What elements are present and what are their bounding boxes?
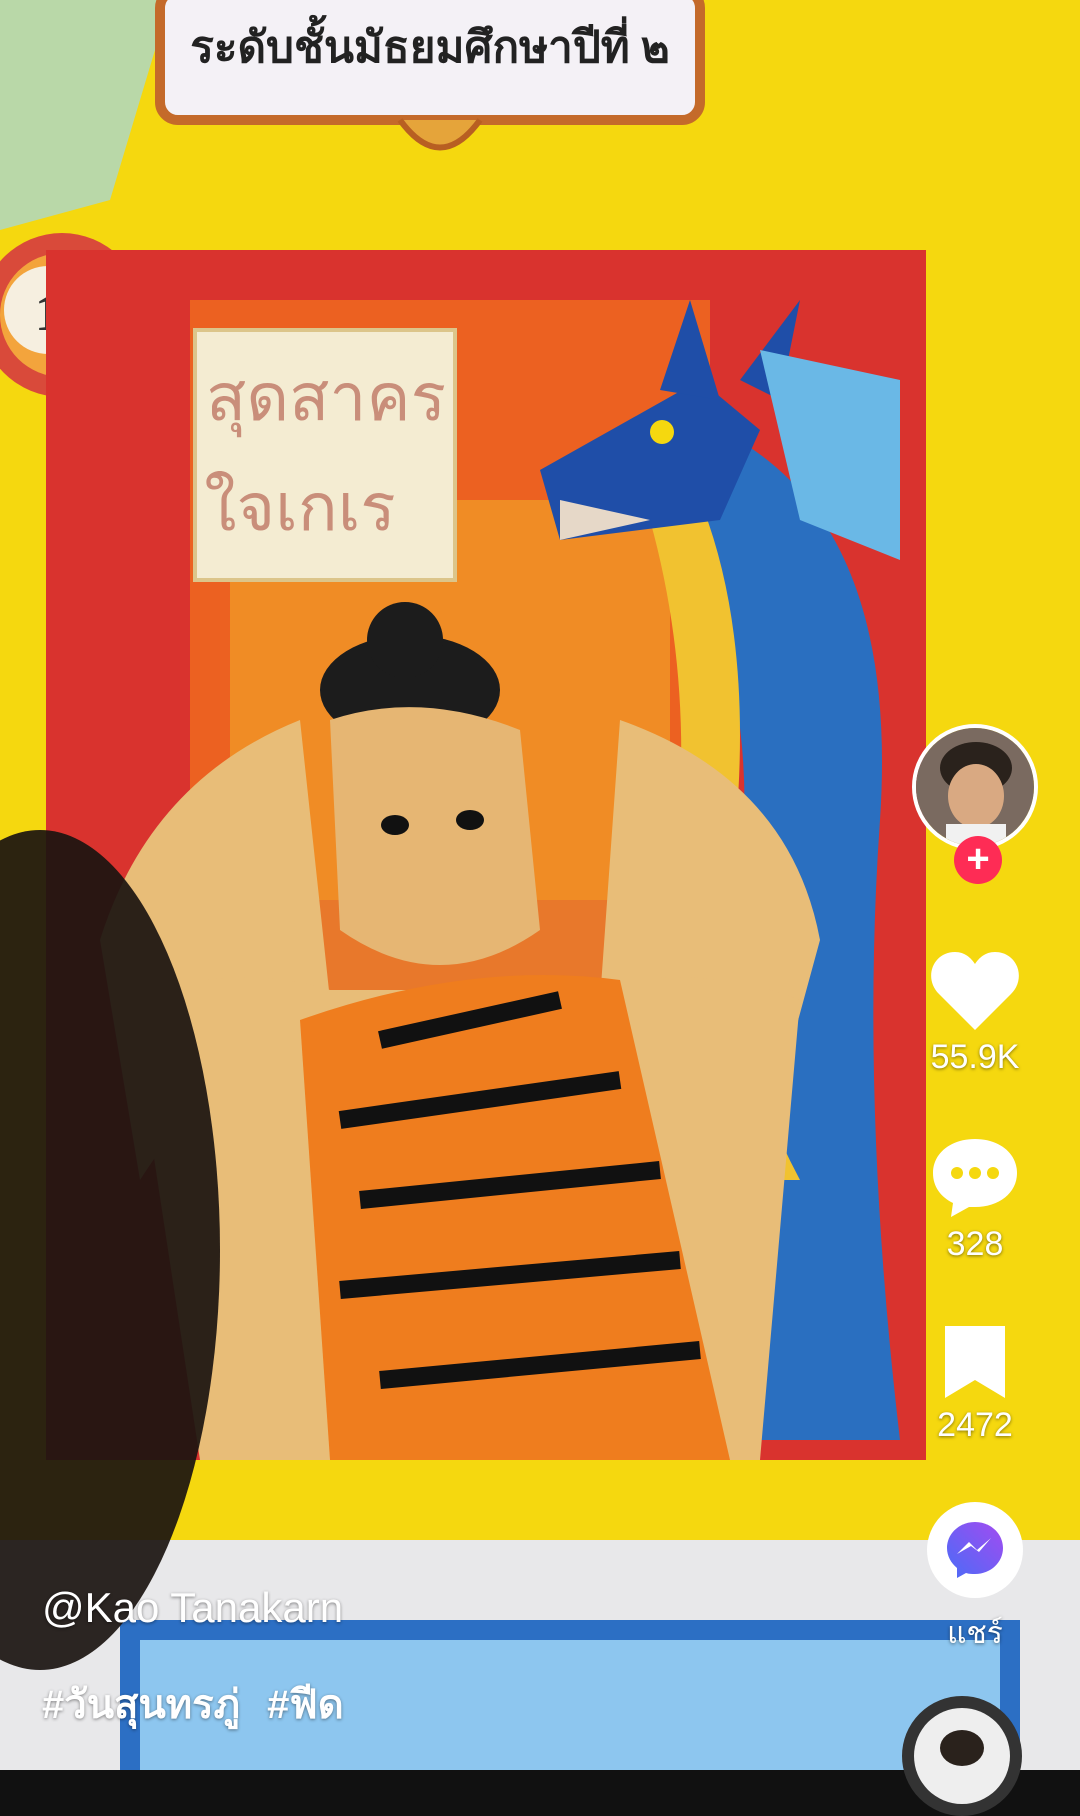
- heart-icon[interactable]: [929, 950, 1021, 1034]
- messenger-icon: [947, 1522, 1003, 1578]
- hashtag[interactable]: #วันสุนทรภู่: [42, 1683, 240, 1727]
- comment-count: 328: [946, 1225, 1004, 1263]
- creator-username[interactable]: @Kao Tanakarn: [42, 1584, 343, 1632]
- creator-avatar[interactable]: [912, 724, 1038, 850]
- comment-button[interactable]: 328: [910, 1135, 1040, 1264]
- like-button[interactable]: 55.9K: [910, 950, 1040, 1077]
- bookmark-count: 2472: [937, 1406, 1013, 1444]
- follow-button[interactable]: +: [954, 836, 1002, 884]
- poster-title-line2: ใจเกเร: [204, 470, 395, 544]
- like-count: 55.9K: [930, 1038, 1020, 1076]
- hashtag-list: #วันสุนทรภู่ #ฟีด: [42, 1672, 360, 1736]
- share-bubble[interactable]: [927, 1502, 1023, 1598]
- hashtag[interactable]: #ฟีด: [267, 1683, 344, 1727]
- bookmark-button[interactable]: 2472: [910, 1322, 1040, 1445]
- share-button[interactable]: แชร์: [910, 1502, 1040, 1657]
- banner-text: ระดับชั้นมัธยมศึกษาปีที่ ๒: [190, 14, 670, 72]
- creator-avatar-group[interactable]: +: [910, 724, 1040, 884]
- comment-bubble-icon[interactable]: [929, 1135, 1021, 1221]
- poster-title-line1: สุดสาคร: [206, 360, 446, 438]
- bookmark-icon[interactable]: [941, 1322, 1009, 1402]
- music-disc[interactable]: [902, 1696, 1022, 1816]
- share-label: แชร์: [947, 1617, 1003, 1650]
